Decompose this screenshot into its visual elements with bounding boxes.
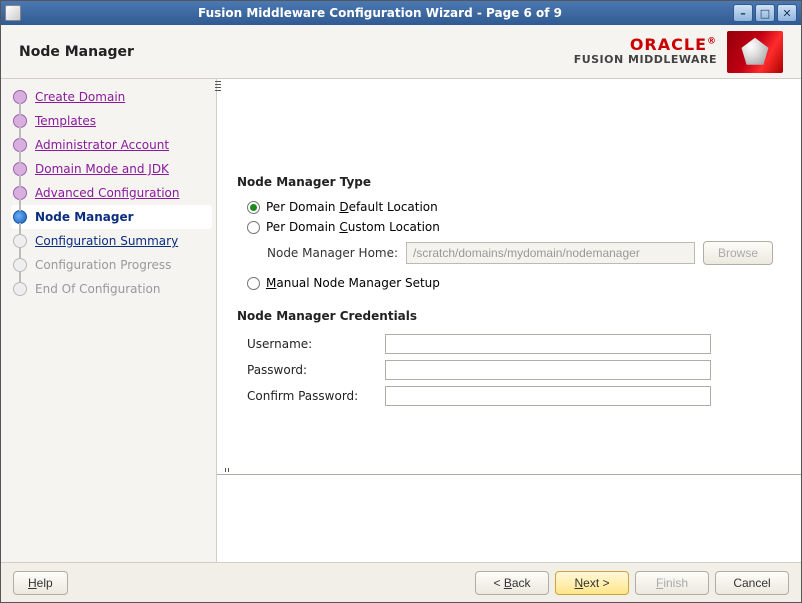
log-output [217, 474, 801, 562]
app-window: Fusion Middleware Configuration Wizard -… [0, 0, 802, 603]
titlebar[interactable]: Fusion Middleware Configuration Wizard -… [1, 1, 801, 25]
radio-per-domain-default[interactable]: Per Domain Default Location [237, 197, 773, 217]
brand-logo-icon [727, 31, 783, 73]
node-manager-type-heading: Node Manager Type [237, 175, 773, 189]
radio-manual-setup[interactable]: Manual Node Manager Setup [237, 273, 773, 293]
confirm-password-label: Confirm Password: [247, 389, 377, 403]
radio-per-domain-custom[interactable]: Per Domain Custom Location [237, 217, 773, 237]
minimize-button[interactable]: – [733, 4, 753, 22]
step-config-summary[interactable]: Configuration Summary [11, 229, 212, 253]
step-admin-account[interactable]: Administrator Account [11, 133, 212, 157]
step-domain-mode-jdk[interactable]: Domain Mode and JDK [11, 157, 212, 181]
main-panel: Node Manager Type Per Domain Default Loc… [216, 79, 801, 562]
username-label: Username: [247, 337, 377, 351]
page-title: Node Manager [19, 44, 574, 60]
brand-subtitle: FUSION MIDDLEWARE [574, 54, 717, 66]
radio-per-domain-default-label: Per Domain Default Location [266, 200, 438, 214]
cancel-button[interactable]: Cancel [715, 571, 789, 595]
finish-button: Finish [635, 571, 709, 595]
radio-per-domain-custom-input[interactable] [247, 221, 260, 234]
confirm-password-input[interactable] [385, 386, 711, 406]
radio-manual-setup-label: Manual Node Manager Setup [266, 276, 440, 290]
maximize-button[interactable]: □ [755, 4, 775, 22]
step-create-domain[interactable]: Create Domain [11, 85, 212, 109]
content: Node Manager ORACLE® FUSION MIDDLEWARE C… [1, 25, 801, 602]
help-button[interactable]: Help [13, 571, 68, 595]
browse-button: Browse [703, 241, 773, 265]
node-manager-home-input [406, 242, 695, 264]
step-templates[interactable]: Templates [11, 109, 212, 133]
password-input[interactable] [385, 360, 711, 380]
step-config-progress: Configuration Progress [11, 253, 212, 277]
username-input[interactable] [385, 334, 711, 354]
brand: ORACLE® FUSION MIDDLEWARE [574, 31, 783, 73]
radio-manual-setup-input[interactable] [247, 277, 260, 290]
header: Node Manager ORACLE® FUSION MIDDLEWARE [1, 25, 801, 79]
wizard-steps-sidebar: Create Domain Templates Administrator Ac… [1, 79, 216, 562]
close-button[interactable]: ✕ [777, 4, 797, 22]
next-button[interactable]: Next > [555, 571, 629, 595]
step-node-manager: Node Manager [11, 205, 212, 229]
app-icon [5, 5, 21, 21]
password-label: Password: [247, 363, 377, 377]
radio-per-domain-custom-label: Per Domain Custom Location [266, 220, 440, 234]
window-title: Fusion Middleware Configuration Wizard -… [27, 6, 733, 20]
step-advanced-config[interactable]: Advanced Configuration [11, 181, 212, 205]
footer: Help < Back Next > Finish Cancel [1, 562, 801, 602]
step-end-config: End Of Configuration [11, 277, 212, 301]
credentials-heading: Node Manager Credentials [237, 309, 773, 323]
back-button[interactable]: < Back [475, 571, 549, 595]
brand-oracle: ORACLE® [574, 37, 717, 54]
radio-per-domain-default-input[interactable] [247, 201, 260, 214]
sidebar-splitter[interactable] [215, 81, 221, 91]
node-manager-home-label: Node Manager Home: [267, 246, 398, 260]
